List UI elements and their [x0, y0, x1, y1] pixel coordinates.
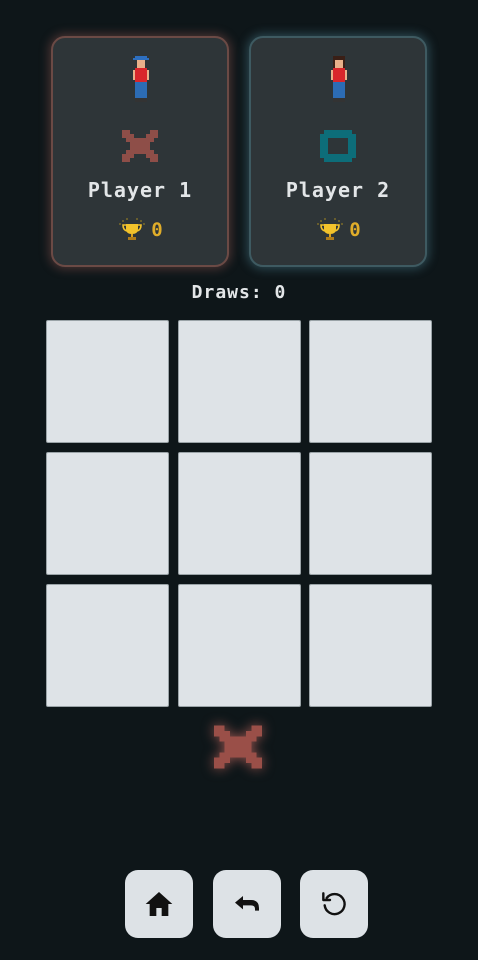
- restart-icon: [322, 892, 346, 916]
- trophy-icon: [119, 218, 146, 240]
- trophy-icon: [317, 218, 344, 240]
- draws-counter: Draws: 0: [191, 282, 287, 303]
- player-2-mark-o: [320, 130, 356, 162]
- undo-button[interactable]: [213, 870, 281, 938]
- board-cell-4[interactable]: [46, 452, 169, 575]
- player-1-score: 0: [151, 219, 163, 241]
- board-cell-9[interactable]: [309, 584, 432, 707]
- current-turn-x-icon: [214, 725, 262, 769]
- game-screen: Player 1 0 Player 2 0 Draws: 0: [0, 0, 478, 960]
- home-icon: [145, 892, 173, 916]
- board-cell-5[interactable]: [178, 452, 301, 575]
- player-1-avatar: [133, 56, 149, 102]
- player-2-avatar: [331, 56, 347, 102]
- player-2-name: Player 2: [285, 178, 391, 202]
- board-cell-3[interactable]: [309, 320, 432, 443]
- board-cell-7[interactable]: [46, 584, 169, 707]
- game-board: [46, 320, 433, 707]
- player-2-card: Player 2 0: [249, 36, 427, 267]
- home-button[interactable]: [125, 870, 193, 938]
- board-cell-2[interactable]: [178, 320, 301, 443]
- player-2-score: 0: [349, 219, 361, 241]
- player-1-score-row: 0: [53, 218, 227, 242]
- undo-icon: [235, 896, 259, 911]
- player-1-name: Player 1: [87, 178, 193, 202]
- board-cell-1[interactable]: [46, 320, 169, 443]
- board-cell-8[interactable]: [178, 584, 301, 707]
- player-1-card: Player 1 0: [51, 36, 229, 267]
- restart-button[interactable]: [300, 870, 368, 938]
- player-1-mark-x: [122, 130, 158, 162]
- board-cell-6[interactable]: [309, 452, 432, 575]
- player-2-score-row: 0: [251, 218, 425, 242]
